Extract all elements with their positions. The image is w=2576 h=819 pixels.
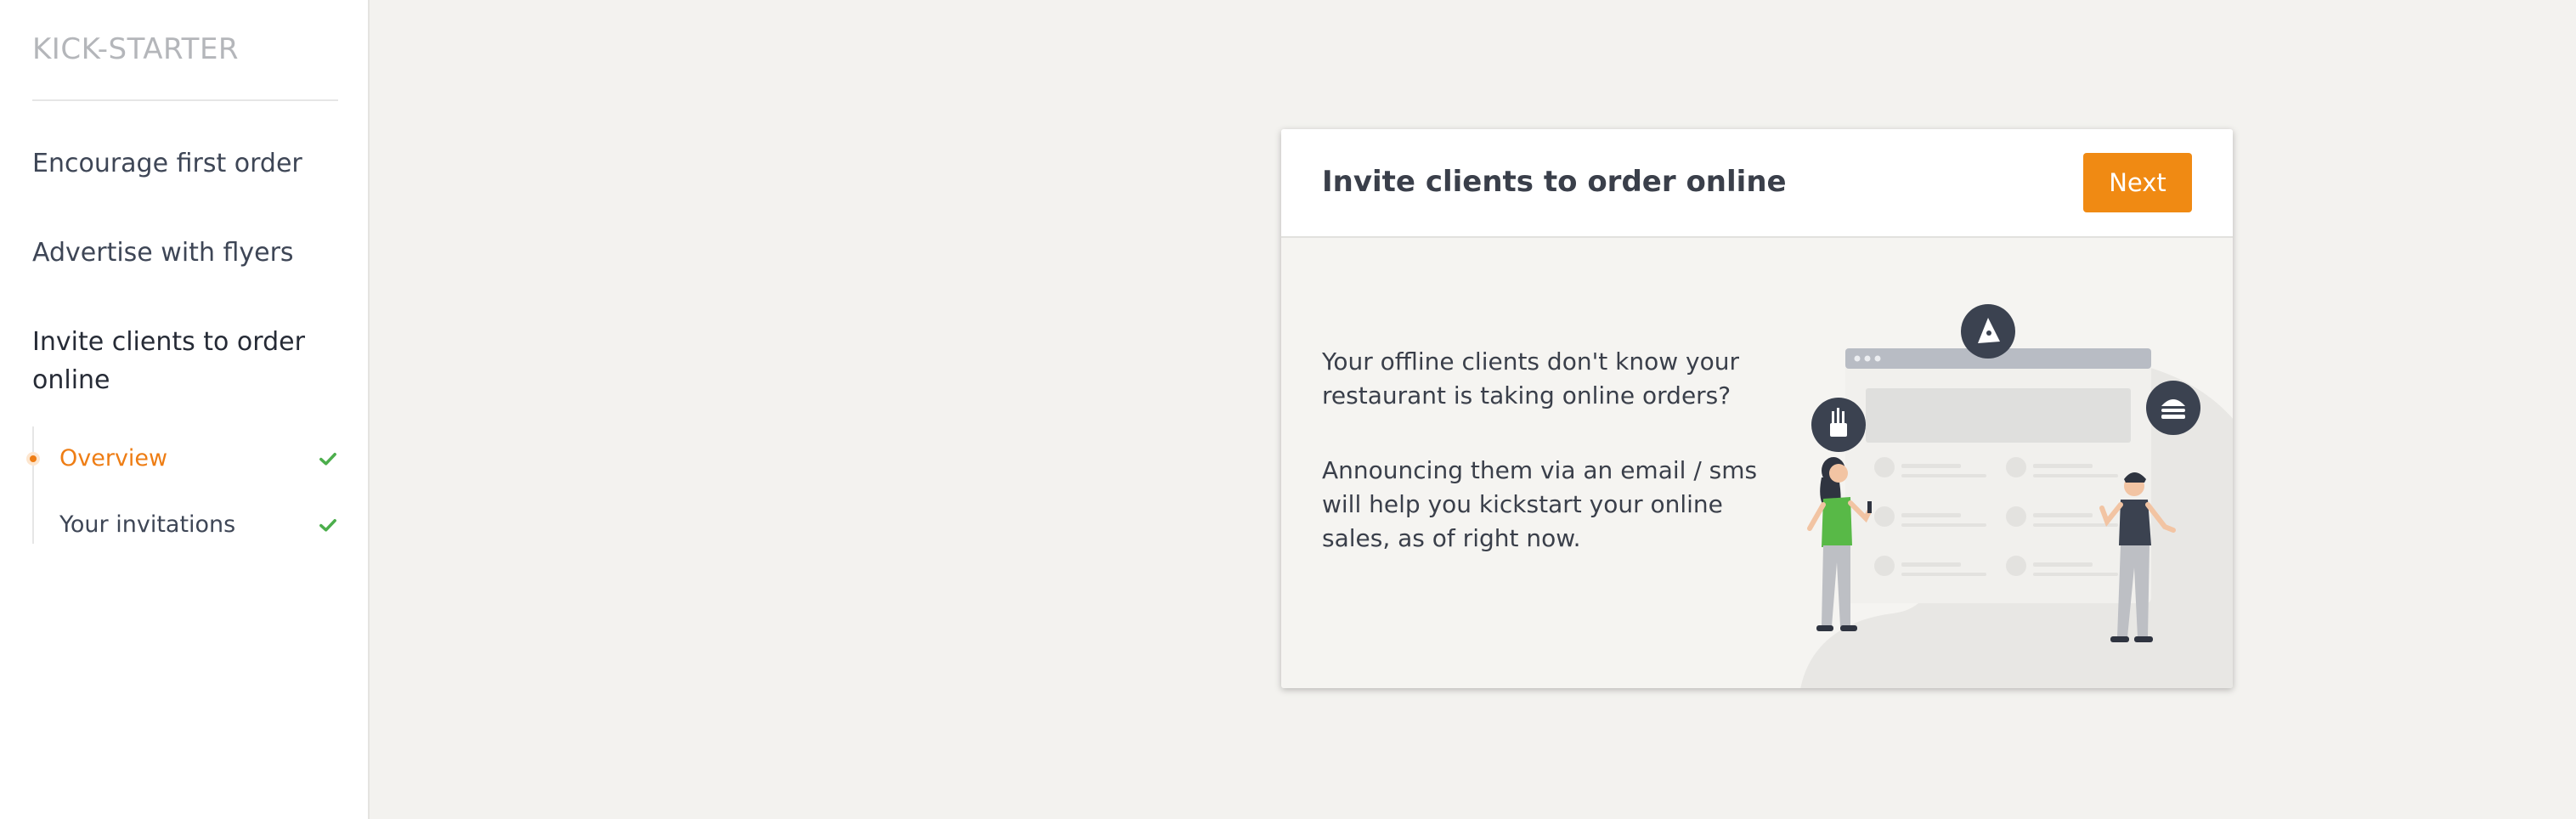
- check-icon: [319, 519, 336, 532]
- subnav-item-label: Overview: [59, 445, 168, 472]
- burger-icon: [2146, 381, 2200, 435]
- sidebar: KICK-STARTER Encourage first order Adver…: [0, 0, 370, 819]
- fries-icon: [1811, 398, 1866, 452]
- divider: [32, 99, 338, 101]
- card-title: Invite clients to order online: [1322, 165, 1787, 199]
- intro-paragraph: Your offline clients don't know your res…: [1322, 347, 1739, 410]
- subnav-track: [32, 426, 34, 544]
- current-step-indicator: [26, 452, 40, 466]
- pizza-icon: [1961, 304, 2015, 359]
- nav-item-invite-clients[interactable]: Invite clients to order online: [32, 323, 313, 399]
- check-icon: [319, 453, 336, 466]
- order-online-illustration: [1800, 304, 2233, 688]
- next-button[interactable]: Next: [2083, 153, 2192, 212]
- nav-item-advertise-with-flyers[interactable]: Advertise with flyers: [32, 234, 313, 272]
- onboarding-card: Invite clients to order online Next Your…: [1281, 129, 2233, 688]
- subnav-item-your-invitations[interactable]: Your invitations: [59, 508, 340, 542]
- brand-title: KICK-STARTER: [32, 32, 240, 66]
- subnav-item-label: Your invitations: [59, 511, 236, 538]
- subnav-item-overview[interactable]: Overview: [59, 442, 340, 476]
- nav-item-encourage-first-order[interactable]: Encourage first order: [32, 144, 313, 183]
- card-header: Invite clients to order online Next: [1281, 129, 2233, 238]
- description-paragraph: Announcing them via an email / sms will …: [1322, 456, 1758, 552]
